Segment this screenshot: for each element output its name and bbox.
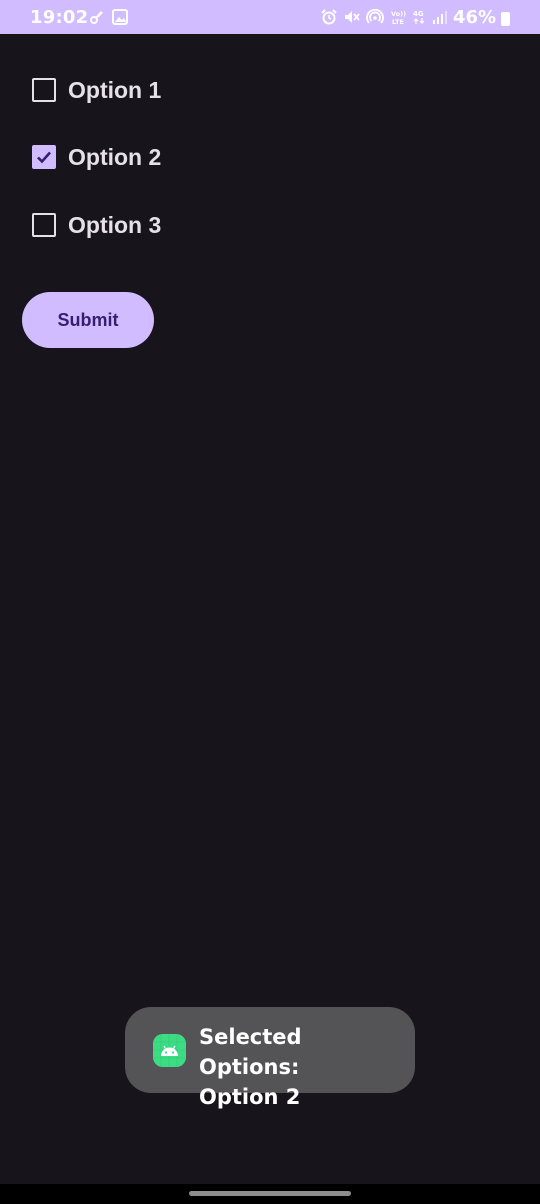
toast-line-1: Selected Options: xyxy=(199,1025,302,1079)
submit-button[interactable]: Submit xyxy=(22,292,154,348)
toast-line-2: Option 2 xyxy=(199,1085,301,1109)
hotspot-icon xyxy=(366,9,384,24)
checkbox-unchecked-icon[interactable] xyxy=(32,78,56,102)
toast-text: Selected Options: Option 2 xyxy=(199,1022,404,1112)
option-1-checkbox[interactable]: Option 1 xyxy=(32,75,161,105)
checkbox-checked-icon[interactable] xyxy=(32,145,56,169)
battery-icon xyxy=(501,12,510,26)
key-icon xyxy=(90,11,103,24)
signal-icon xyxy=(433,11,447,24)
alarm-icon xyxy=(321,9,337,25)
option-2-checkbox[interactable]: Option 2 xyxy=(32,142,161,172)
volte-icon: Vo)) LTE xyxy=(391,10,406,25)
svg-text:LTE: LTE xyxy=(392,18,404,25)
status-time: 19:02 xyxy=(30,7,89,28)
option-2-label[interactable]: Option 2 xyxy=(68,144,161,171)
option-3-label[interactable]: Option 3 xyxy=(68,212,161,239)
option-3-checkbox[interactable]: Option 3 xyxy=(32,210,161,240)
option-1-label[interactable]: Option 1 xyxy=(68,77,161,104)
mute-icon xyxy=(345,11,360,23)
android-app-icon xyxy=(153,1034,186,1067)
4g-icon: 4G xyxy=(413,10,425,24)
battery-level: 46% xyxy=(453,7,497,28)
home-gesture-handle[interactable] xyxy=(189,1191,351,1196)
image-icon xyxy=(112,9,128,25)
toast-message: Selected Options: Option 2 xyxy=(125,1007,415,1109)
checkmark-icon xyxy=(37,151,51,164)
status-bar: 19:02 Vo)) LTE 4G 46% xyxy=(0,0,540,34)
navigation-bar xyxy=(0,1184,540,1204)
svg-text:4G: 4G xyxy=(413,10,424,18)
svg-text:Vo)): Vo)) xyxy=(391,10,406,18)
checkbox-unchecked-icon[interactable] xyxy=(32,213,56,237)
